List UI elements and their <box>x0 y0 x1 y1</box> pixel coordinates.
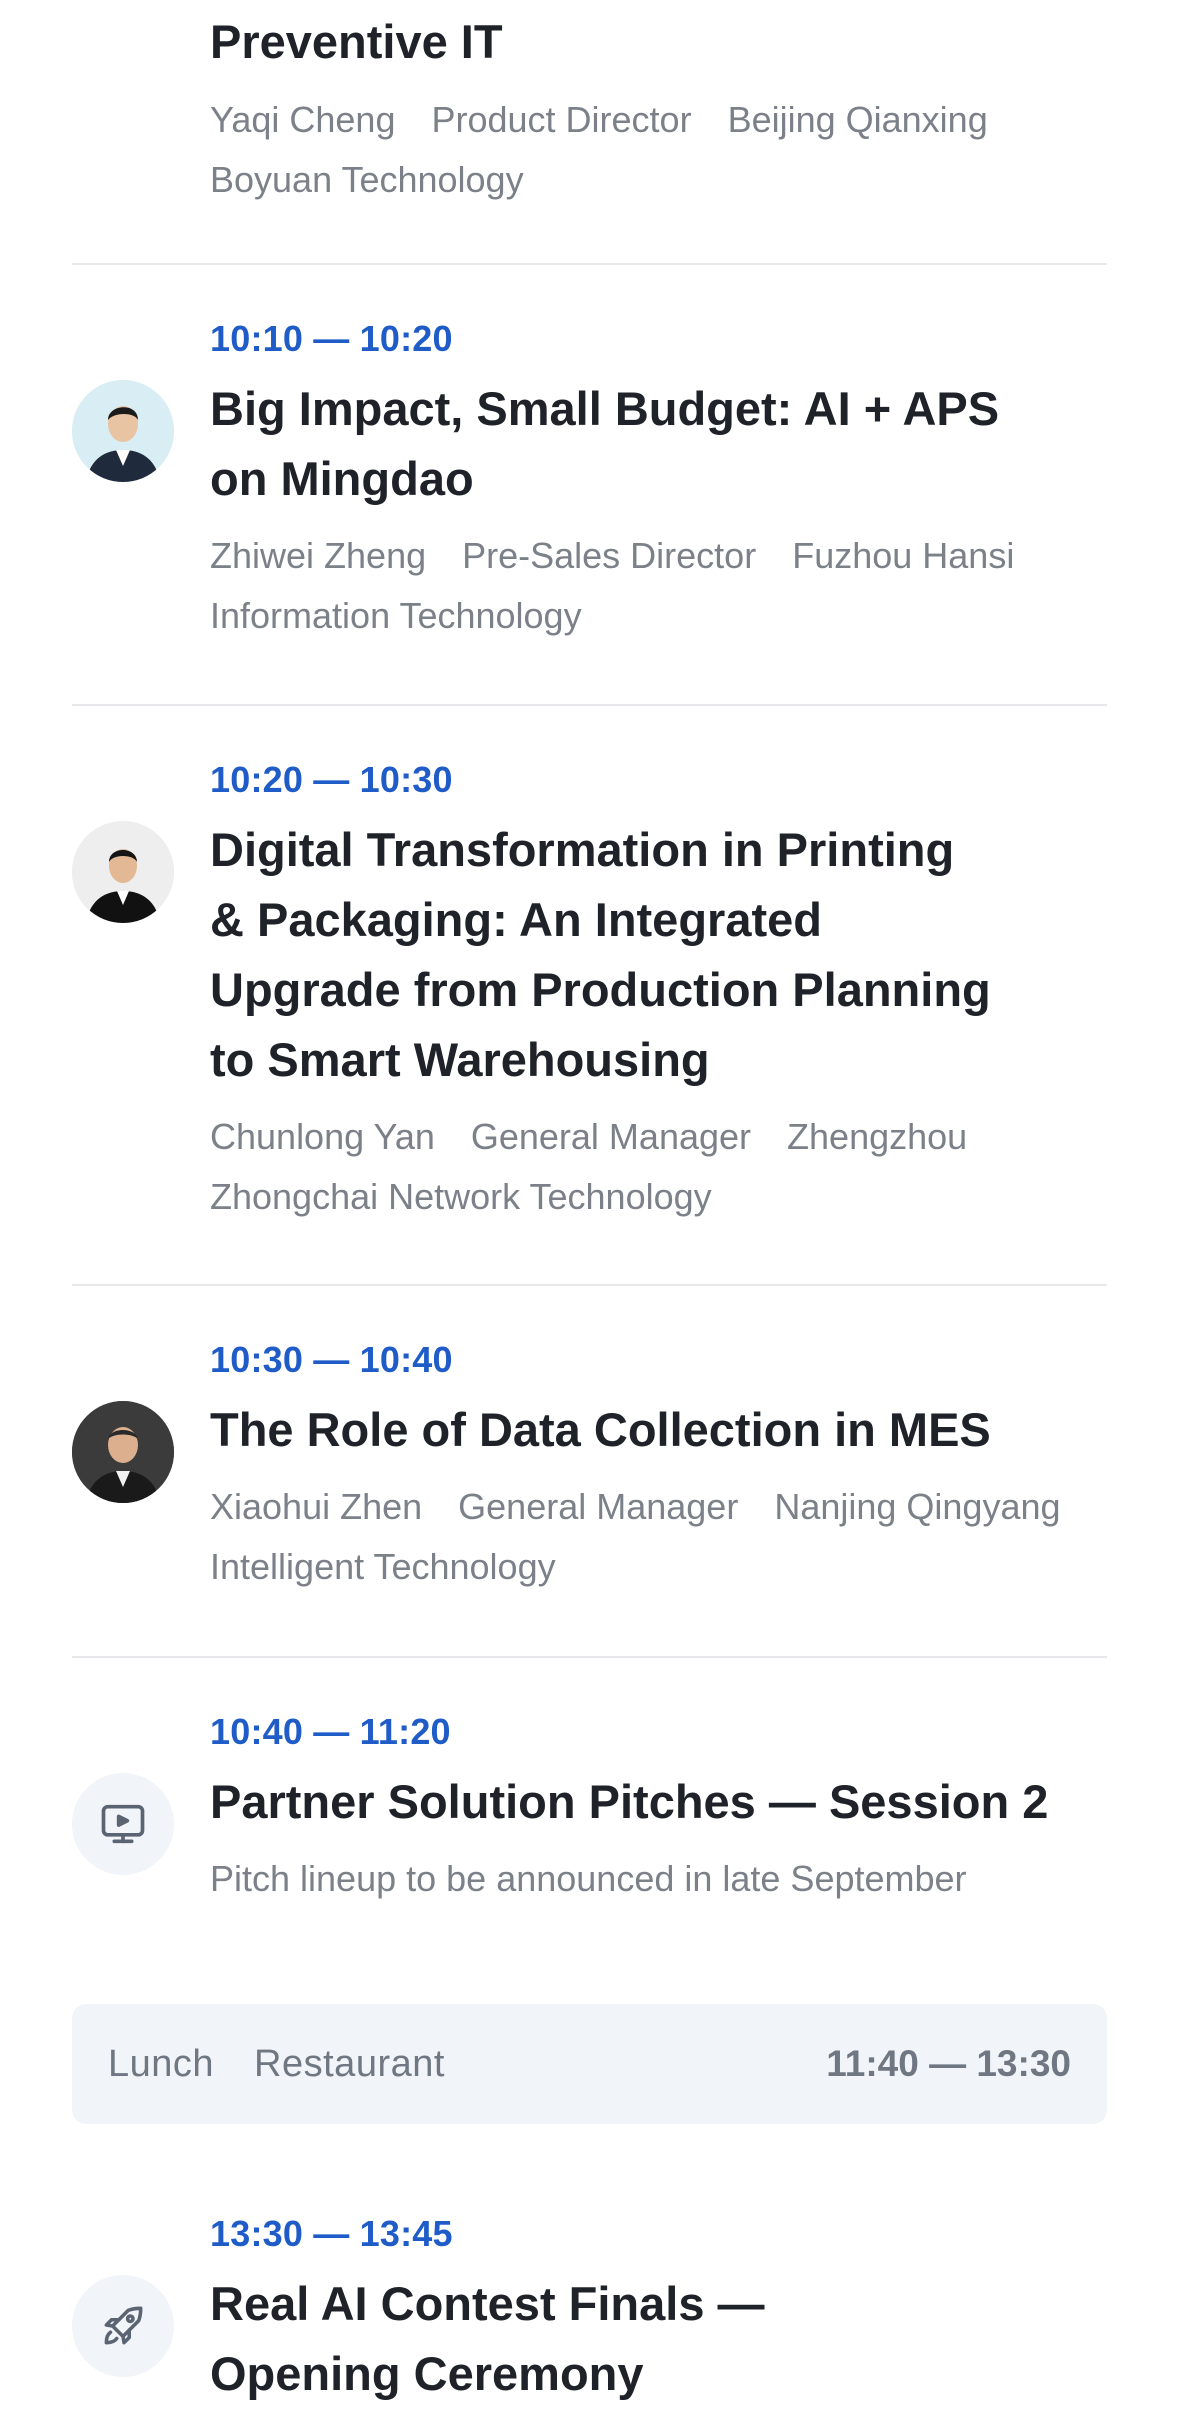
presentation-screen-icon <box>72 1773 174 1875</box>
speaker-avatar <box>72 821 174 923</box>
agenda-item[interactable]: 10:10 — 10:20 Big Impact, Small Budget: … <box>72 314 1107 646</box>
agenda-item[interactable]: Preventive IT Yaqi Cheng Product Director… <box>72 6 1107 210</box>
session-title: Partner Solution Pitches — Session 2 <box>210 1775 1049 1828</box>
divider <box>72 1656 1107 1658</box>
lunch-time: 11:40 — 13:30 <box>826 2043 1071 2084</box>
lunch-location: Restaurant <box>254 2042 445 2085</box>
session-title: Digital Transformation in Printing & Pac… <box>210 823 991 1086</box>
divider <box>72 1284 1107 1286</box>
session-time: 13:30 — 13:45 <box>210 2213 453 2254</box>
lunch-break-bar: Lunch Restaurant 11:40 — 13:30 <box>72 2004 1107 2124</box>
speaker-info: Yaqi Cheng Product Director Beijing Qianxi… <box>210 90 1090 210</box>
speaker-avatar <box>72 1401 174 1503</box>
session-title: The Role of Data Collection in MES <box>210 1403 991 1456</box>
divider <box>72 704 1107 706</box>
rocket-icon <box>72 2275 174 2377</box>
person-photo-icon <box>72 380 174 482</box>
speaker-role: Pre-Sales Director <box>462 535 757 576</box>
session-time: 10:40 — 11:20 <box>210 1711 451 1752</box>
person-photo-icon <box>72 1401 174 1503</box>
speaker-role: General Manager <box>458 1486 739 1527</box>
session-title: Big Impact, Small Budget: AI + APS on Mi… <box>210 382 1000 505</box>
speaker-name: Xiaohui Zhen <box>210 1486 423 1527</box>
speaker-name: Zhiwei Zheng <box>210 535 427 576</box>
session-title: Real AI Contest Finals — Opening Ceremon… <box>210 2277 765 2400</box>
agenda-item[interactable]: 10:30 — 10:40 The Role of Data Collectio… <box>72 1335 1107 1597</box>
speaker-name: Chunlong Yan <box>210 1116 435 1157</box>
session-time: 10:10 — 10:20 <box>210 318 453 359</box>
speaker-name: Yaqi Cheng <box>210 99 396 140</box>
speaker-role: General Manager <box>470 1116 752 1157</box>
session-title: Preventive IT <box>210 15 503 68</box>
speaker-info: Zhiwei Zheng Pre-Sales Director Fuzhou Han… <box>210 526 1090 646</box>
speaker-role: Product Director <box>431 99 692 140</box>
agenda-item[interactable]: 10:20 — 10:30 Digital Transformation in … <box>72 755 1107 1227</box>
session-time: 10:30 — 10:40 <box>210 1339 453 1380</box>
speaker-info: Xiaohui Zhen General Manager Nanjing Qingy… <box>210 1477 1090 1597</box>
session-time: 10:20 — 10:30 <box>210 759 453 800</box>
session-note: Pitch lineup to be announced in late Sep… <box>210 1858 967 1899</box>
divider <box>72 263 1107 265</box>
agenda-item[interactable]: 10:40 — 11:20 Partner Solution Pitches —… <box>72 1707 1107 1909</box>
speaker-info: Chunlong Yan General Manager Zhengzhou Zho… <box>210 1107 1090 1227</box>
agenda-item[interactable]: 13:30 — 13:45 Real AI Contest Finals — O… <box>72 2209 1107 2409</box>
person-photo-icon <box>72 821 174 923</box>
lunch-label: Lunch <box>108 2042 215 2085</box>
speaker-avatar <box>72 380 174 482</box>
